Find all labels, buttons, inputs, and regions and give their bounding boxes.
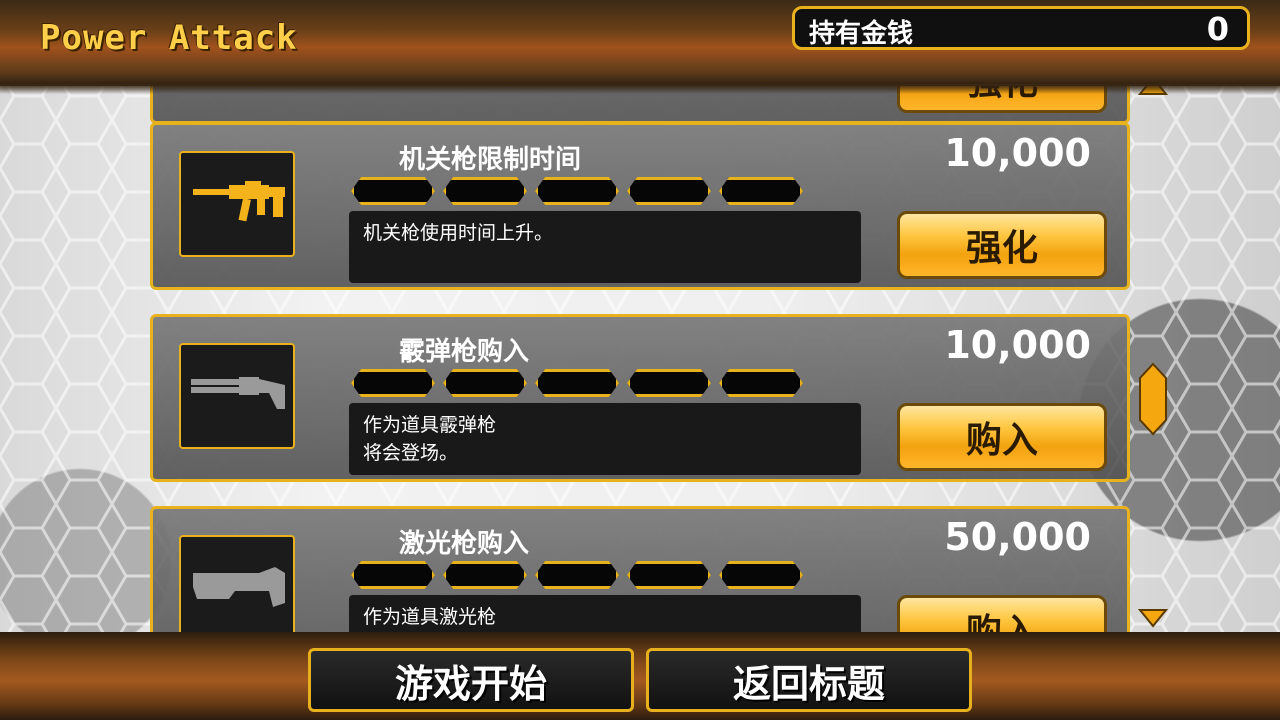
upgrade-button[interactable]: 强化 <box>897 211 1107 279</box>
level-slot <box>535 369 619 397</box>
machine-gun-icon <box>193 181 285 222</box>
buy-button[interactable]: 购入 <box>897 403 1107 471</box>
item-thumbnail <box>179 535 295 632</box>
level-slot <box>719 561 803 589</box>
money-panel: 持有金钱 0 <box>792 6 1250 50</box>
item-price: 10,000 <box>944 323 1091 367</box>
money-value: 0 <box>1206 10 1229 48</box>
level-slot <box>351 561 435 589</box>
level-indicator <box>351 369 803 397</box>
level-slot <box>351 177 435 205</box>
scrollbar-thumb[interactable] <box>1138 362 1168 436</box>
money-label: 持有金钱 <box>809 19 914 49</box>
level-slot <box>443 561 527 589</box>
level-slot <box>627 561 711 589</box>
upgrade-list[interactable]: 强化 机关枪限制时间 10,000 <box>150 60 1140 632</box>
scroll-down-arrow-icon[interactable] <box>1138 608 1168 628</box>
item-name: 激光枪购入 <box>399 529 530 559</box>
footer-bar <box>0 632 1280 720</box>
start-game-button[interactable]: 游戏开始 <box>308 648 634 712</box>
laser-gun-icon <box>193 567 285 607</box>
level-slot <box>535 561 619 589</box>
buy-button[interactable]: 购入 <box>897 595 1107 632</box>
level-slot <box>535 177 619 205</box>
item-thumbnail <box>179 343 295 449</box>
level-slot <box>627 369 711 397</box>
level-slot <box>627 177 711 205</box>
return-title-button[interactable]: 返回标题 <box>646 648 972 712</box>
item-description: 作为道具霰弹枪 将会登场。 <box>349 403 861 475</box>
upgrade-card-shotgun: 霰弹枪购入 10,000 作为道具霰弹枪 将会登场。 购入 <box>150 314 1130 482</box>
item-name: 机关枪限制时间 <box>399 145 582 175</box>
level-indicator <box>351 561 803 589</box>
level-indicator <box>351 177 803 205</box>
item-thumbnail <box>179 151 295 257</box>
upgrade-card-machine-gun: 机关枪限制时间 10,000 机关枪使用时间上升。 强化 <box>150 122 1130 290</box>
level-slot <box>351 369 435 397</box>
item-name: 霰弹枪购入 <box>399 337 530 367</box>
level-slot <box>719 177 803 205</box>
level-slot <box>443 369 527 397</box>
item-description: 机关枪使用时间上升。 <box>349 211 861 283</box>
level-slot <box>719 369 803 397</box>
shotgun-icon <box>191 377 285 409</box>
item-price: 10,000 <box>944 131 1091 175</box>
upgrade-card-laser-gun: 激光枪购入 50,000 作为道具激光枪 购入 <box>150 506 1130 632</box>
game-title: Power Attack <box>40 18 298 58</box>
item-description: 作为道具激光枪 <box>349 595 861 632</box>
level-slot <box>443 177 527 205</box>
item-price: 50,000 <box>944 515 1091 559</box>
